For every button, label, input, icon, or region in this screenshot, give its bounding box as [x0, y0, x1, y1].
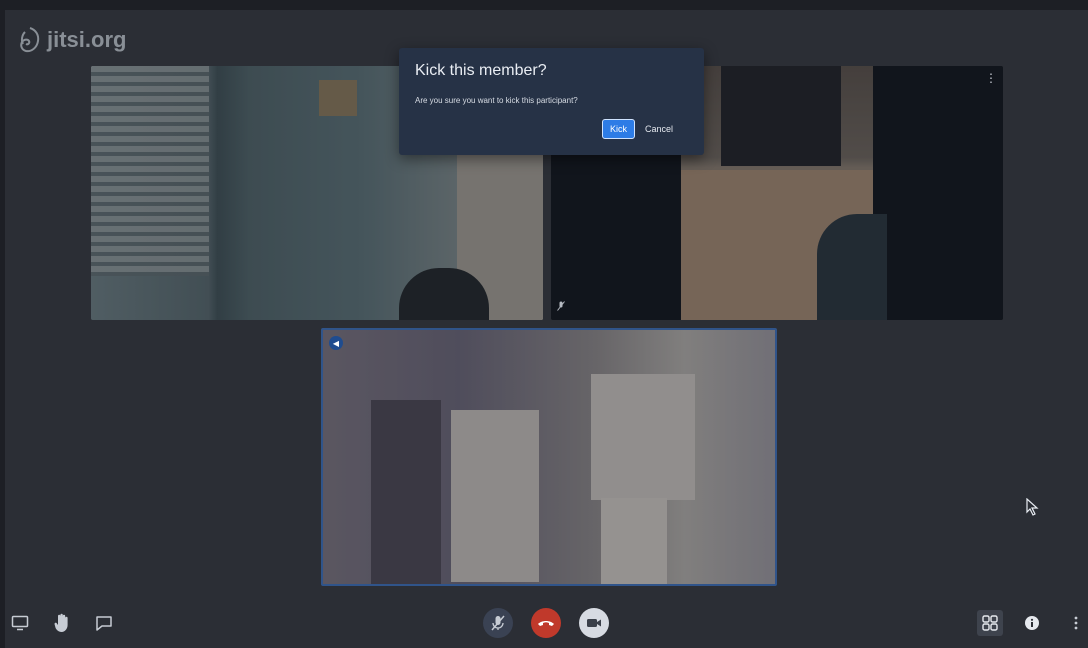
mic-muted-icon[interactable]	[483, 608, 513, 638]
chat-icon[interactable]	[93, 612, 115, 634]
info-icon[interactable]	[1021, 612, 1043, 634]
dominant-speaker-icon: ◀	[329, 336, 343, 350]
more-icon[interactable]	[1065, 612, 1087, 634]
tile-menu-icon[interactable]: ⋮	[985, 72, 997, 84]
participant-tile-local[interactable]: ◀	[321, 328, 777, 586]
toolbar	[5, 600, 1088, 648]
logo-text: jitsi.org	[47, 27, 127, 52]
mic-muted-indicator-icon	[557, 301, 565, 314]
tile-view-icon[interactable]	[977, 610, 1003, 636]
hangup-icon[interactable]	[531, 608, 561, 638]
screenshare-icon[interactable]	[9, 612, 31, 634]
dialog-title: Kick this member?	[415, 62, 547, 79]
kick-confirm-dialog: Kick this member? Are you sure you want …	[399, 48, 704, 155]
raise-hand-icon[interactable]	[51, 612, 73, 634]
jitsi-logo[interactable]: jitsi.org	[17, 26, 126, 54]
kick-button[interactable]: Kick	[602, 119, 635, 139]
dialog-message: Are you sure you want to kick this parti…	[415, 96, 578, 105]
conference-stage: jitsi.org ⋮ ◀ Kick this member? Are you …	[5, 10, 1088, 648]
jitsi-logo-icon	[20, 27, 40, 53]
camera-icon[interactable]	[579, 608, 609, 638]
cancel-button[interactable]: Cancel	[645, 119, 673, 139]
mouse-cursor-icon	[1026, 498, 1039, 516]
